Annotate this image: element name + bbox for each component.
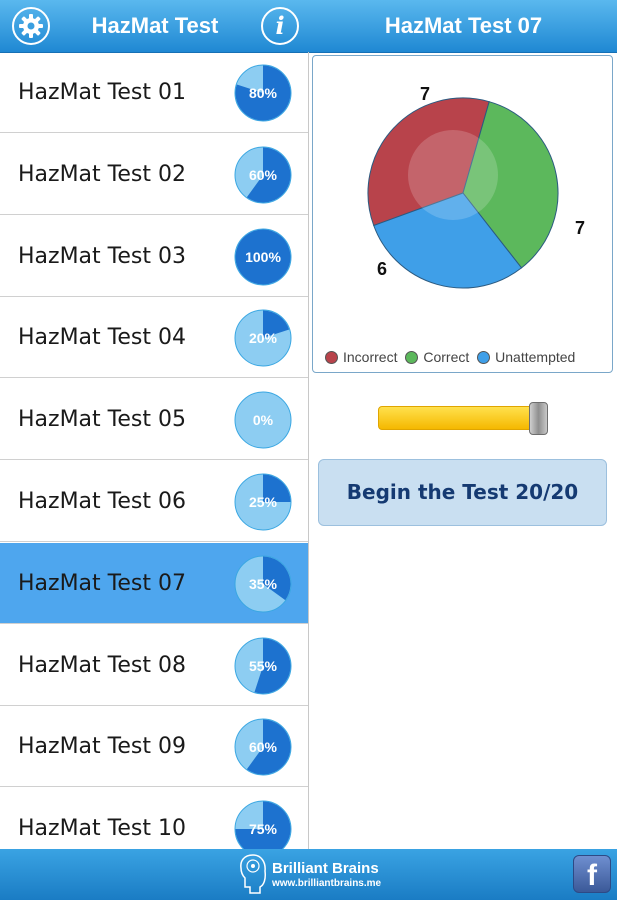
pie-value-label: 6 bbox=[377, 259, 387, 279]
list-title: HazMat Test bbox=[91, 13, 219, 38]
test-name: HazMat Test 05 bbox=[18, 407, 186, 433]
chart-legend: Incorrect Correct Unattempted bbox=[321, 348, 575, 365]
legend-swatch-unattempted bbox=[477, 350, 491, 364]
legend-swatch-correct bbox=[405, 350, 419, 364]
pie-value-label: 7 bbox=[575, 218, 585, 238]
test-name: HazMat Test 06 bbox=[18, 489, 186, 514]
score-label: 25% bbox=[249, 494, 278, 510]
score-label: 80% bbox=[249, 85, 278, 101]
brain-logo-icon bbox=[240, 854, 266, 894]
pie-chart: 7 7 6 bbox=[367, 84, 585, 289]
page-title: HazMat Test 07 bbox=[384, 13, 543, 38]
test-name: HazMat Test 10 bbox=[18, 816, 186, 842]
begin-test-button[interactable]: Begin the Test 20/20 bbox=[318, 459, 607, 526]
score-label: 55% bbox=[249, 658, 278, 674]
score-circle: 25% bbox=[234, 473, 292, 531]
test-list-item[interactable]: HazMat Test 02 60% bbox=[0, 134, 308, 215]
score-label: 60% bbox=[249, 167, 278, 183]
panel-divider bbox=[308, 52, 309, 849]
test-name: HazMat Test 01 bbox=[18, 80, 186, 105]
score-circle: 35% bbox=[234, 555, 292, 613]
gear-icon bbox=[19, 14, 43, 38]
score-circle: 80% bbox=[234, 64, 292, 122]
test-list-item[interactable]: HazMat Test 04 20% bbox=[0, 297, 308, 379]
score-label: 75% bbox=[249, 821, 278, 837]
test-list-item[interactable]: HazMat Test 08 55% bbox=[0, 625, 308, 706]
test-list-item[interactable]: HazMat Test 01 80% bbox=[0, 52, 308, 133]
results-chart: 7 7 6 Incorrect Correct Unattempted bbox=[312, 55, 613, 373]
legend-label-unattempted: Unattempted bbox=[495, 349, 576, 366]
brand-name[interactable]: Brilliant Brains bbox=[272, 860, 379, 877]
facebook-icon: f bbox=[587, 859, 597, 892]
test-name: HazMat Test 07 bbox=[18, 570, 186, 596]
score-label: 100% bbox=[245, 249, 281, 265]
test-name: HazMat Test 02 bbox=[18, 161, 186, 187]
score-circle: 55% bbox=[234, 637, 292, 695]
legend-label-incorrect: Incorrect bbox=[343, 349, 398, 366]
test-list-item[interactable]: HazMat Test 03 100% bbox=[0, 216, 308, 297]
score-circle: 0% bbox=[234, 391, 292, 449]
score-circle: 60% bbox=[234, 718, 292, 776]
score-label: 60% bbox=[249, 739, 278, 755]
test-name: HazMat Test 08 bbox=[18, 652, 186, 678]
test-name: HazMat Test 04 bbox=[18, 325, 186, 351]
legend-label-correct: Correct bbox=[423, 349, 470, 366]
slider-thumb[interactable] bbox=[529, 402, 548, 435]
score-label: 20% bbox=[249, 330, 278, 346]
pie-value-label: 7 bbox=[420, 84, 430, 104]
app-header: HazMat Test i HazMat Test 07 bbox=[0, 0, 617, 53]
score-circle: 75% bbox=[234, 800, 292, 849]
info-icon: i bbox=[275, 11, 285, 40]
test-name: HazMat Test 03 bbox=[18, 243, 186, 269]
brand-url[interactable]: www.brilliantbrains.me bbox=[272, 878, 381, 889]
test-list-item[interactable]: HazMat Test 06 25% bbox=[0, 461, 308, 542]
test-list: HazMat Test 01 80% HazMat Test 02 60% HazMat… bbox=[0, 52, 308, 849]
score-circle: 60% bbox=[234, 146, 292, 204]
score-label: 35% bbox=[249, 576, 278, 592]
facebook-button[interactable]: f bbox=[573, 855, 611, 893]
test-list-item[interactable]: HazMat Test 10 75% bbox=[0, 788, 308, 849]
legend-swatch-incorrect bbox=[325, 350, 338, 364]
score-circle: 20% bbox=[234, 309, 292, 367]
info-button[interactable]: i bbox=[261, 7, 299, 45]
question-count-slider[interactable] bbox=[378, 406, 542, 430]
settings-button[interactable] bbox=[12, 7, 50, 45]
test-list-item[interactable]: HazMat Test 09 60% bbox=[0, 706, 308, 788]
score-circle: 100% bbox=[234, 228, 292, 286]
test-name: HazMat Test 09 bbox=[18, 734, 186, 760]
test-list-item[interactable]: HazMat Test 05 0% bbox=[0, 379, 308, 461]
pie-highlight bbox=[408, 130, 498, 220]
score-label: 0% bbox=[253, 412, 274, 428]
test-list-item[interactable]: HazMat Test 07 35% bbox=[0, 542, 308, 624]
